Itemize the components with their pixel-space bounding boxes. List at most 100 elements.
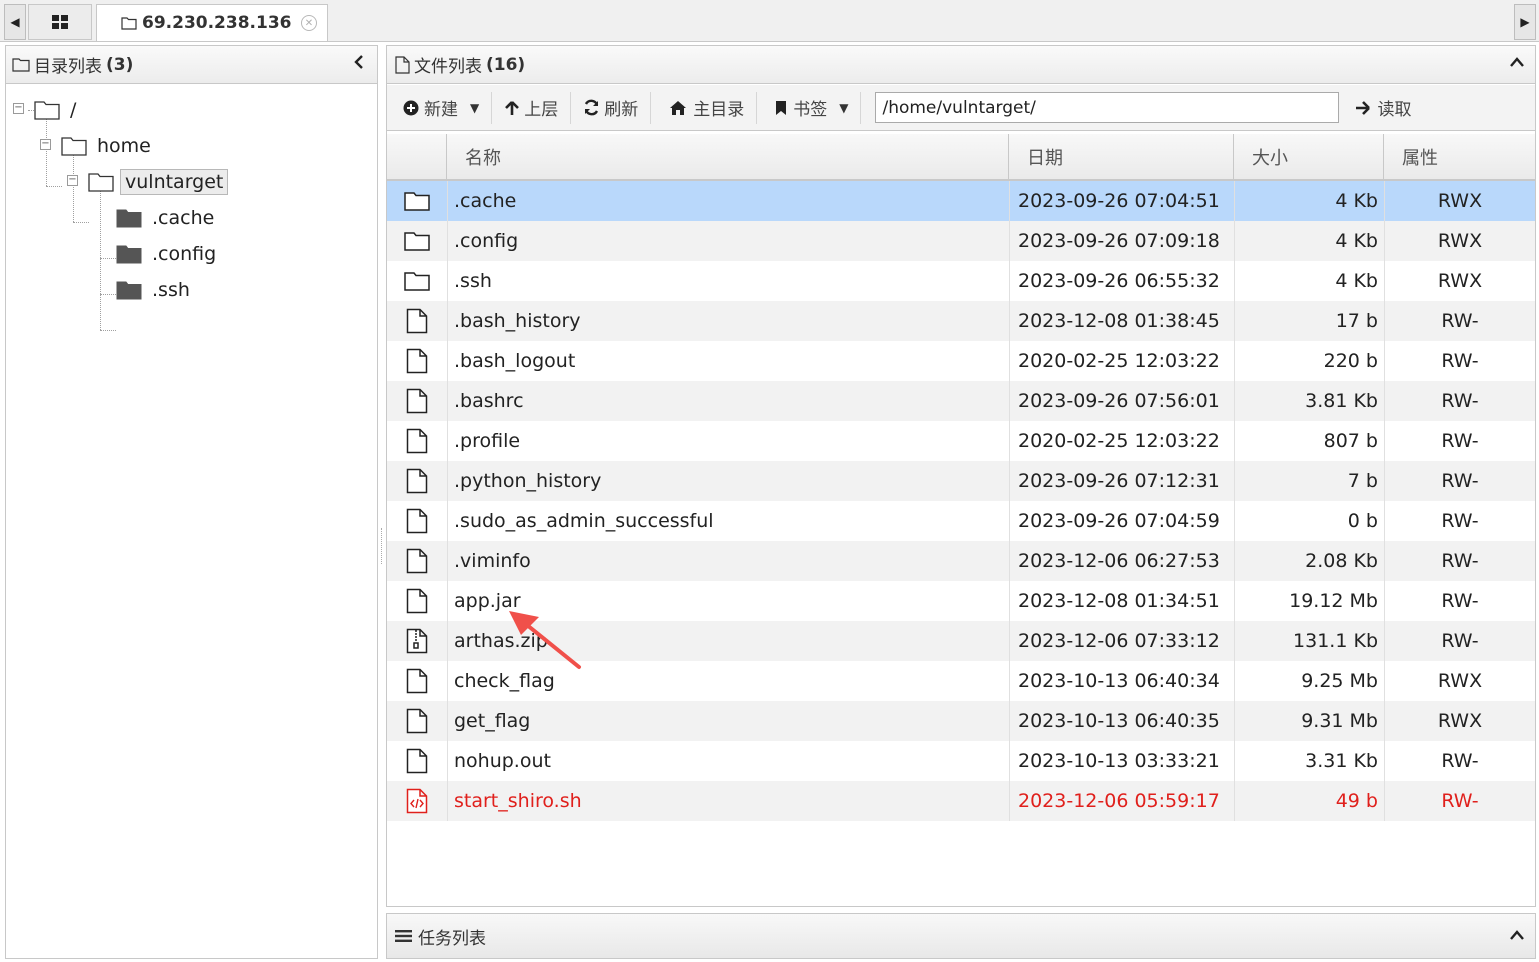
file-row[interactable]: .bash_logout 2020-02-25 12:03:22 220 b RW- [387, 341, 1535, 381]
file-date-cell: 2023-09-26 07:04:51 [1009, 181, 1234, 221]
file-row[interactable]: get_flag 2023-10-13 06:40:35 9.31 Mb RWX [387, 701, 1535, 741]
tab-scroll-right-button[interactable]: ▶ [1514, 4, 1536, 40]
file-row[interactable]: .config 2023-09-26 07:09:18 4 Kb RWX [387, 221, 1535, 261]
folder-icon [404, 232, 430, 251]
up-level-button[interactable]: 上层 [492, 91, 572, 124]
file-type-cell [387, 381, 447, 421]
tab-host[interactable]: 69.230.238.136 ✕ [96, 4, 328, 41]
tab-scroll-left-button[interactable]: ◀ [4, 4, 26, 40]
expand-task-pane-button[interactable] [1509, 926, 1525, 946]
read-button[interactable]: 读取 [1355, 95, 1411, 120]
toolbar-divider [860, 91, 862, 124]
file-type-cell [387, 221, 447, 261]
file-attr-cell: RW- [1384, 501, 1535, 541]
file-size-cell: 3.81 Kb [1234, 381, 1384, 421]
file-size-cell: 4 Kb [1234, 261, 1384, 301]
file-attr-cell: RW- [1384, 541, 1535, 581]
file-attr-cell: RW- [1384, 461, 1535, 501]
file-row[interactable]: .python_history 2023-09-26 07:12:31 7 b RW- [387, 461, 1535, 501]
file-name-cell: .config [447, 221, 1009, 261]
col-date-header[interactable]: 日期 [1009, 134, 1234, 179]
file-pane-header: 文件列表 (16) [387, 46, 1535, 84]
file-row[interactable]: nohup.out 2023-10-13 03:33:21 3.31 Kb RW- [387, 741, 1535, 781]
file-date-cell: 2023-09-26 07:04:59 [1009, 501, 1234, 541]
chevron-left-icon [354, 55, 363, 69]
tree-node-config[interactable]: .config [116, 240, 220, 268]
file-name-cell: .bashrc [447, 381, 1009, 421]
arrow-right-icon [1356, 100, 1371, 115]
file-row[interactable]: .ssh 2023-09-26 06:55:32 4 Kb RWX [387, 261, 1535, 301]
annotation-arrow-icon [509, 611, 581, 669]
file-row[interactable]: .viminfo 2023-12-06 06:27:53 2.08 Kb RW- [387, 541, 1535, 581]
file-pane: 文件列表 (16) 新建 ▼ 上层 刷新 主目录 书签 ▼ /home/vuln… [386, 45, 1536, 907]
refresh-icon [585, 99, 599, 116]
tree-collapse-toggle[interactable]: − [13, 103, 24, 114]
refresh-label: 刷新 [604, 100, 639, 120]
file-icon [395, 55, 410, 74]
tab-grid-button[interactable] [28, 4, 92, 40]
file-attr-cell: RW- [1384, 741, 1535, 781]
col-attr-header[interactable]: 属性 [1384, 134, 1535, 179]
refresh-button[interactable]: 刷新 [571, 91, 652, 124]
tree-node-label: .config [152, 243, 217, 265]
file-size-cell: 49 b [1234, 781, 1384, 821]
tree-collapse-toggle[interactable]: − [67, 175, 78, 186]
tree-collapse-toggle[interactable]: − [40, 139, 51, 150]
tree-node-ssh[interactable]: .ssh [116, 276, 194, 304]
directory-pane-header: 目录列表 (3) [6, 46, 377, 84]
bookmark-button[interactable]: 书签 ▼ [757, 92, 860, 124]
file-date-cell: 2023-10-13 06:40:35 [1009, 701, 1234, 741]
file-row[interactable]: start_shiro.sh 2023-12-06 05:59:17 49 b RW- [387, 781, 1535, 821]
tree-node-vulntarget[interactable]: vulntarget [88, 168, 229, 196]
file-size-cell: 19.12 Mb [1234, 581, 1384, 621]
file-row[interactable]: .bashrc 2023-09-26 07:56:01 3.81 Kb RW- [387, 381, 1535, 421]
file-date-cell: 2023-09-26 07:09:18 [1009, 221, 1234, 261]
bookmark-label: 书签 [793, 100, 828, 120]
file-size-cell: 17 b [1234, 301, 1384, 341]
file-row[interactable]: .cache 2023-09-26 07:04:51 4 Kb RWX [387, 181, 1535, 221]
folder-filled-icon [116, 245, 142, 264]
file-row[interactable]: .profile 2020-02-25 12:03:22 807 b RW- [387, 421, 1535, 461]
path-input[interactable] [875, 92, 1340, 123]
file-attr-cell: RWX [1384, 701, 1535, 741]
pane-splitter[interactable] [379, 45, 385, 959]
task-pane-title: 任务列表 [418, 928, 486, 949]
file-type-cell [387, 461, 447, 501]
file-name-cell: .viminfo [447, 541, 1009, 581]
close-tab-icon[interactable]: ✕ [301, 15, 317, 31]
tree-node-label: .cache [152, 207, 215, 229]
col-size-header[interactable]: 大小 [1234, 134, 1384, 179]
file-size-cell: 7 b [1234, 461, 1384, 501]
folder-icon [61, 137, 87, 156]
new-button-label: 新建 [424, 100, 458, 120]
collapse-file-pane-button[interactable] [1509, 53, 1525, 72]
collapse-pane-button[interactable] [353, 54, 365, 75]
tree-node-cache[interactable]: .cache [116, 204, 218, 232]
splitter-grip[interactable] [381, 528, 383, 564]
caret-down-icon: ▼ [839, 100, 849, 115]
caret-left-icon: ◀ [10, 15, 20, 29]
file-date-cell: 2023-12-06 05:59:17 [1009, 781, 1234, 821]
file-size-cell: 3.31 Kb [1234, 741, 1384, 781]
file-date-cell: 2023-12-08 01:34:51 [1009, 581, 1234, 621]
file-icon [406, 388, 428, 414]
col-name-header[interactable]: 名称 [447, 134, 1009, 179]
home-button[interactable]: 主目录 [651, 91, 758, 124]
directory-pane: 目录列表 (3) − / − home − vulntarget .cache … [5, 45, 378, 959]
file-name-cell: .bash_logout [447, 341, 1009, 381]
file-row[interactable]: .sudo_as_admin_successful 2023-09-26 07:0… [387, 501, 1535, 541]
new-button[interactable]: 新建 ▼ [387, 91, 493, 124]
col-icon-header [387, 134, 447, 179]
file-row[interactable]: .bash_history 2023-12-08 01:38:45 17 b RW- [387, 301, 1535, 341]
caret-down-icon: ▼ [470, 100, 480, 115]
file-attr-cell: RW- [1384, 381, 1535, 421]
file-name-cell: .python_history [447, 461, 1009, 501]
home-label: 主目录 [693, 100, 745, 120]
file-attr-cell: RW- [1384, 301, 1535, 341]
plus-circle-icon [403, 100, 419, 115]
tree-node-root[interactable]: / [34, 96, 80, 124]
file-date-cell: 2023-10-13 03:33:21 [1009, 741, 1234, 781]
tree-node-home[interactable]: home [61, 132, 155, 160]
file-attr-cell: RWX [1384, 661, 1535, 701]
file-name-cell: .bash_history [447, 301, 1009, 341]
